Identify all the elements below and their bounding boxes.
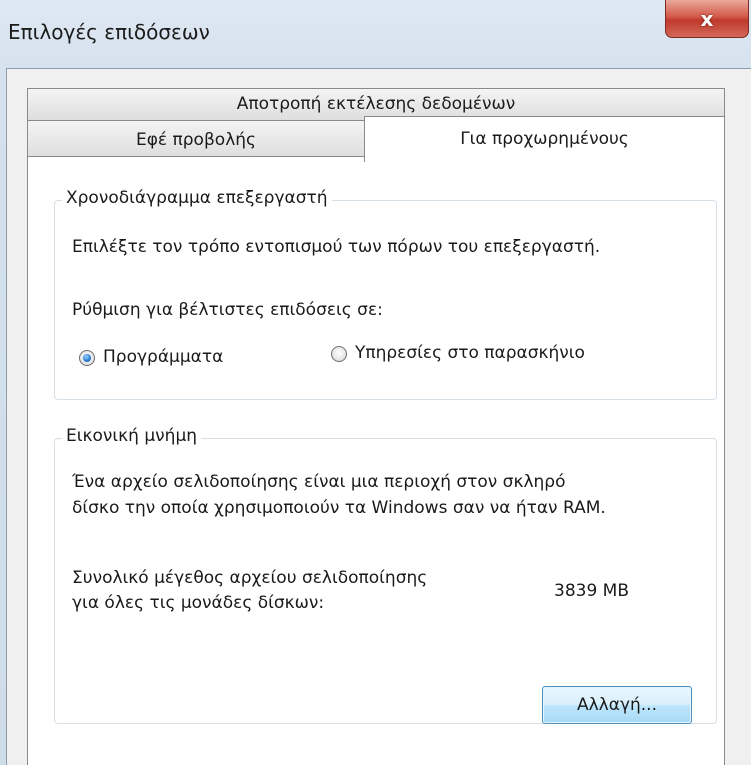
processor-scheduling-description: Επιλέξτε τον τρόπο εντοπισμού των πόρων … — [72, 237, 601, 257]
paging-file-size-label-1: Συνολικό μέγεθος αρχείου σελιδοποίησης — [72, 568, 428, 588]
background-services-radio-label[interactable]: Υπηρεσίες στο παρασκήνιο — [355, 342, 585, 364]
tab-panel-advanced: Χρονοδιάγραμμα επεξεργαστή Επιλέξτε τον … — [27, 156, 725, 765]
close-icon: x — [700, 6, 714, 31]
tab-visual-effects[interactable]: Εφέ προβολής — [27, 120, 365, 157]
background-services-radio[interactable] — [331, 346, 347, 362]
paging-file-size-label-2: για όλες τις μονάδες δίσκων: — [72, 593, 325, 613]
programs-radio-label[interactable]: Προγράμματα — [103, 346, 223, 368]
dialog-window: Επιλογές επιδόσεων x Αποτροπή εκτέλεσης … — [0, 0, 751, 765]
virtual-memory-title: Εικονική μνήμη — [62, 426, 202, 446]
programs-radio[interactable] — [79, 350, 95, 366]
tab-advanced[interactable]: Για προχωρημένους — [364, 116, 725, 162]
adjust-performance-label: Ρύθμιση για βέλτιστες επιδόσεις σε: — [72, 300, 383, 320]
virtual-memory-description-2: δίσκο την οποία χρησιμοποιούν τα Windows… — [72, 498, 606, 518]
change-button[interactable]: Αλλαγή... — [542, 686, 692, 724]
paging-file-size-value: 3839 MB — [554, 581, 629, 601]
close-button[interactable]: x — [665, 0, 749, 38]
processor-scheduling-title: Χρονοδιάγραμμα επεξεργαστή — [62, 188, 332, 208]
virtual-memory-description-1: Ένα αρχείο σελιδοποίησης είναι μια περιο… — [72, 472, 566, 492]
window-title: Επιλογές επιδόσεων — [8, 20, 210, 44]
